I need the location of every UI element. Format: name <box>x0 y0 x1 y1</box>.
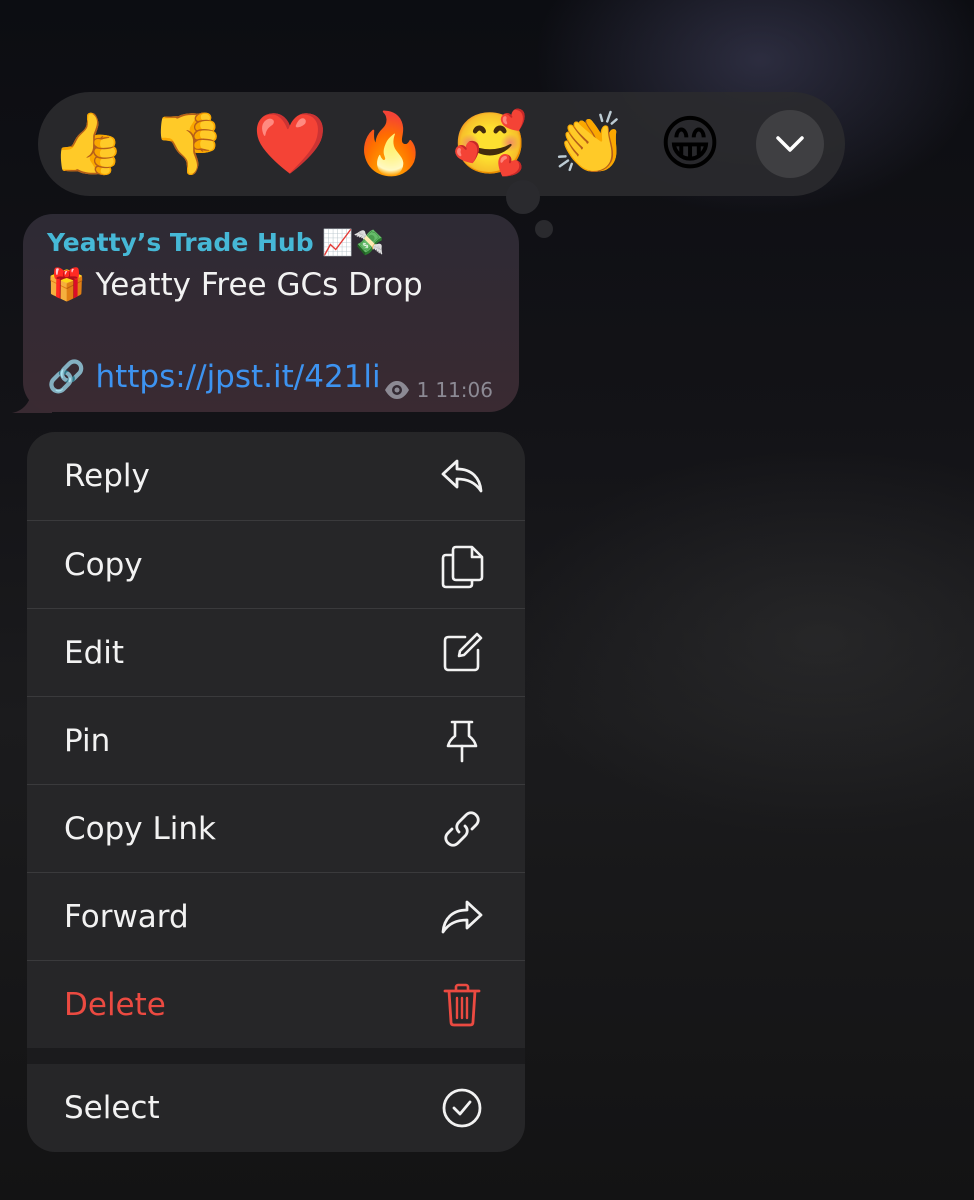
message-time: 11:06 <box>435 378 493 402</box>
menu-item-label: Copy Link <box>64 810 216 847</box>
menu-item-label: Copy <box>64 546 143 583</box>
reaction-red-heart[interactable]: ❤️ <box>252 106 328 182</box>
menu-item-delete[interactable]: Delete <box>27 960 525 1048</box>
checkmark-circle-icon <box>439 1085 485 1131</box>
copy-icon <box>439 542 485 588</box>
message-meta: 1 11:06 <box>383 378 493 402</box>
menu-item-label: Select <box>64 1090 160 1126</box>
message-text: 🎁 Yeatty Free GCs Drop <box>47 267 423 303</box>
menu-item-label: Forward <box>64 898 189 935</box>
sender-name[interactable]: Yeatty’s Trade Hub 📈💸 <box>47 228 385 258</box>
reaction-smiling-face-with-hearts[interactable]: 🥰 <box>452 106 528 182</box>
message-link[interactable]: 🔗 https://jpst.it/421li <box>47 358 381 395</box>
menu-separator <box>27 1048 525 1064</box>
view-count: 1 <box>416 378 430 402</box>
menu-item-pin[interactable]: Pin <box>27 696 525 784</box>
reply-icon <box>439 453 485 499</box>
reaction-thumbs-up[interactable]: 👍 <box>50 106 126 182</box>
menu-item-label: Reply <box>64 458 150 494</box>
reaction-beaming-face[interactable]: 😁 <box>652 106 728 182</box>
menu-item-copy[interactable]: Copy <box>27 520 525 608</box>
message-bubble[interactable]: Yeatty’s Trade Hub 📈💸 🎁 Yeatty Free GCs … <box>23 214 519 412</box>
eye-icon <box>384 381 409 399</box>
pin-icon <box>439 718 485 764</box>
forward-icon <box>439 894 485 940</box>
menu-item-label: Edit <box>64 634 125 671</box>
reaction-thumbs-down[interactable]: 👎 <box>150 106 226 182</box>
menu-item-label: Delete <box>64 986 166 1023</box>
expand-reactions-button[interactable] <box>756 110 824 178</box>
menu-item-forward[interactable]: Forward <box>27 872 525 960</box>
reaction-bubble-dot <box>506 180 540 214</box>
link-icon <box>439 806 485 852</box>
context-menu: Reply Copy Edit Pin Copy Link Forward De… <box>27 432 525 1152</box>
menu-item-copy-link[interactable]: Copy Link <box>27 784 525 872</box>
menu-item-label: Pin <box>64 722 111 759</box>
menu-item-edit[interactable]: Edit <box>27 608 525 696</box>
menu-item-select[interactable]: Select <box>27 1064 525 1152</box>
reaction-bar: 👍 👎 ❤️ 🔥 🥰 👏 😁 <box>38 92 845 196</box>
menu-item-reply[interactable]: Reply <box>27 432 525 520</box>
trash-icon <box>439 982 485 1028</box>
reaction-bubble-dot <box>535 220 553 238</box>
reaction-clapping-hands[interactable]: 👏 <box>552 106 628 182</box>
edit-icon <box>439 630 485 676</box>
chevron-down-icon <box>776 136 804 152</box>
reaction-fire[interactable]: 🔥 <box>352 106 428 182</box>
